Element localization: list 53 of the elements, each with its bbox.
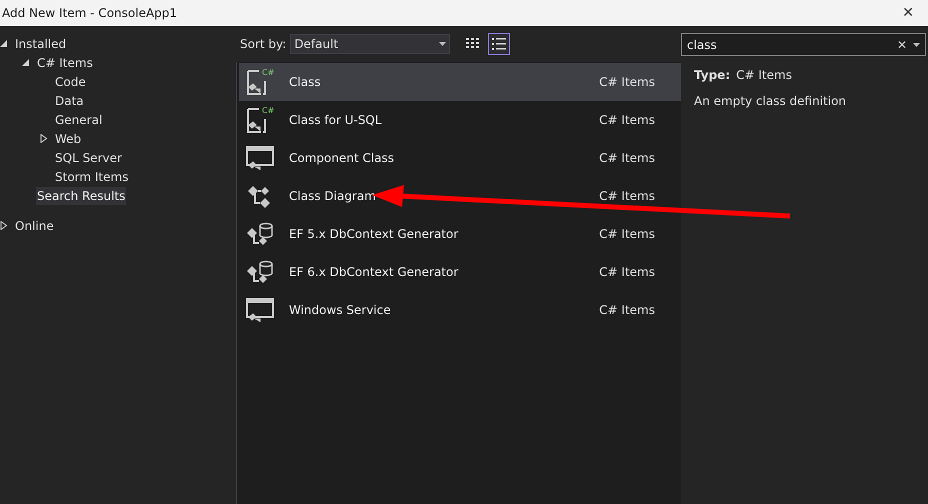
tree-item[interactable]: Data xyxy=(54,92,85,110)
window-icon xyxy=(245,143,275,173)
tree-item[interactable]: SQL Server xyxy=(54,148,123,166)
template-row[interactable]: EF 5.x DbContext Generator C# Items xyxy=(239,215,681,253)
template-row[interactable]: Component Class C# Items xyxy=(239,139,681,177)
search-field[interactable]: class ✕ xyxy=(681,33,926,56)
template-type: C# Items xyxy=(599,188,655,205)
dropdown-caret-icon xyxy=(439,42,446,46)
template-name: Class for U-SQL xyxy=(289,112,383,129)
dropdown-caret-icon xyxy=(913,42,920,46)
tree-item[interactable]: Search Results xyxy=(36,186,126,204)
collapsed-arrow-icon[interactable] xyxy=(40,134,48,143)
template-name: Class Diagram xyxy=(289,188,377,205)
tree-item[interactable]: Online xyxy=(14,216,55,234)
template-type: C# Items xyxy=(599,112,655,129)
view-toggle-button[interactable] xyxy=(488,33,510,55)
template-row[interactable]: C# Class for U-SQL C# Items xyxy=(239,101,681,139)
template-row[interactable]: Class Diagram C# Items xyxy=(239,177,681,215)
grid-view-icon xyxy=(466,38,480,50)
template-row[interactable]: Windows Service C# Items xyxy=(239,291,681,329)
type-label: Type: xyxy=(694,67,730,84)
template-type: C# Items xyxy=(599,74,655,91)
tree-item[interactable]: Storm Items xyxy=(54,168,130,186)
template-name: Windows Service xyxy=(289,302,392,319)
template-row[interactable]: C# Class C# Items xyxy=(239,63,681,101)
window-icon xyxy=(245,295,275,325)
expanded-arrow-icon[interactable] xyxy=(0,39,8,48)
tree-item[interactable]: Installed xyxy=(14,34,68,52)
type-value: C# Items xyxy=(736,67,792,84)
description-text: An empty class definition xyxy=(693,93,848,110)
template-row[interactable]: EF 6.x DbContext Generator C# Items xyxy=(239,253,681,291)
window-title: Add New Item - ConsoleApp1 xyxy=(2,5,178,22)
list-view-icon xyxy=(492,38,506,50)
template-name: EF 6.x DbContext Generator xyxy=(289,264,460,281)
expanded-arrow-icon[interactable] xyxy=(22,58,30,67)
template-name: Component Class xyxy=(289,150,396,167)
template-name: EF 5.x DbContext Generator xyxy=(289,226,460,243)
tree-item[interactable]: Code xyxy=(54,72,87,90)
clear-search-button[interactable]: ✕ xyxy=(896,36,907,54)
template-type: C# Items xyxy=(599,302,655,319)
sort-value: Default xyxy=(294,36,338,53)
template-name: Class xyxy=(289,74,322,91)
close-button[interactable]: ✕ xyxy=(898,2,918,24)
collapsed-arrow-icon[interactable] xyxy=(0,221,8,230)
template-type: C# Items xyxy=(599,150,655,167)
search-input[interactable]: class xyxy=(687,36,891,54)
template-type: C# Items xyxy=(599,264,655,281)
sort-label: Sort by: xyxy=(240,36,286,53)
sort-dropdown[interactable]: Default xyxy=(290,34,450,54)
tree-item[interactable]: Web xyxy=(54,130,82,148)
tree-item[interactable]: General xyxy=(54,110,104,128)
template-type: C# Items xyxy=(599,226,655,243)
tree-item[interactable]: C# Items xyxy=(36,54,94,72)
